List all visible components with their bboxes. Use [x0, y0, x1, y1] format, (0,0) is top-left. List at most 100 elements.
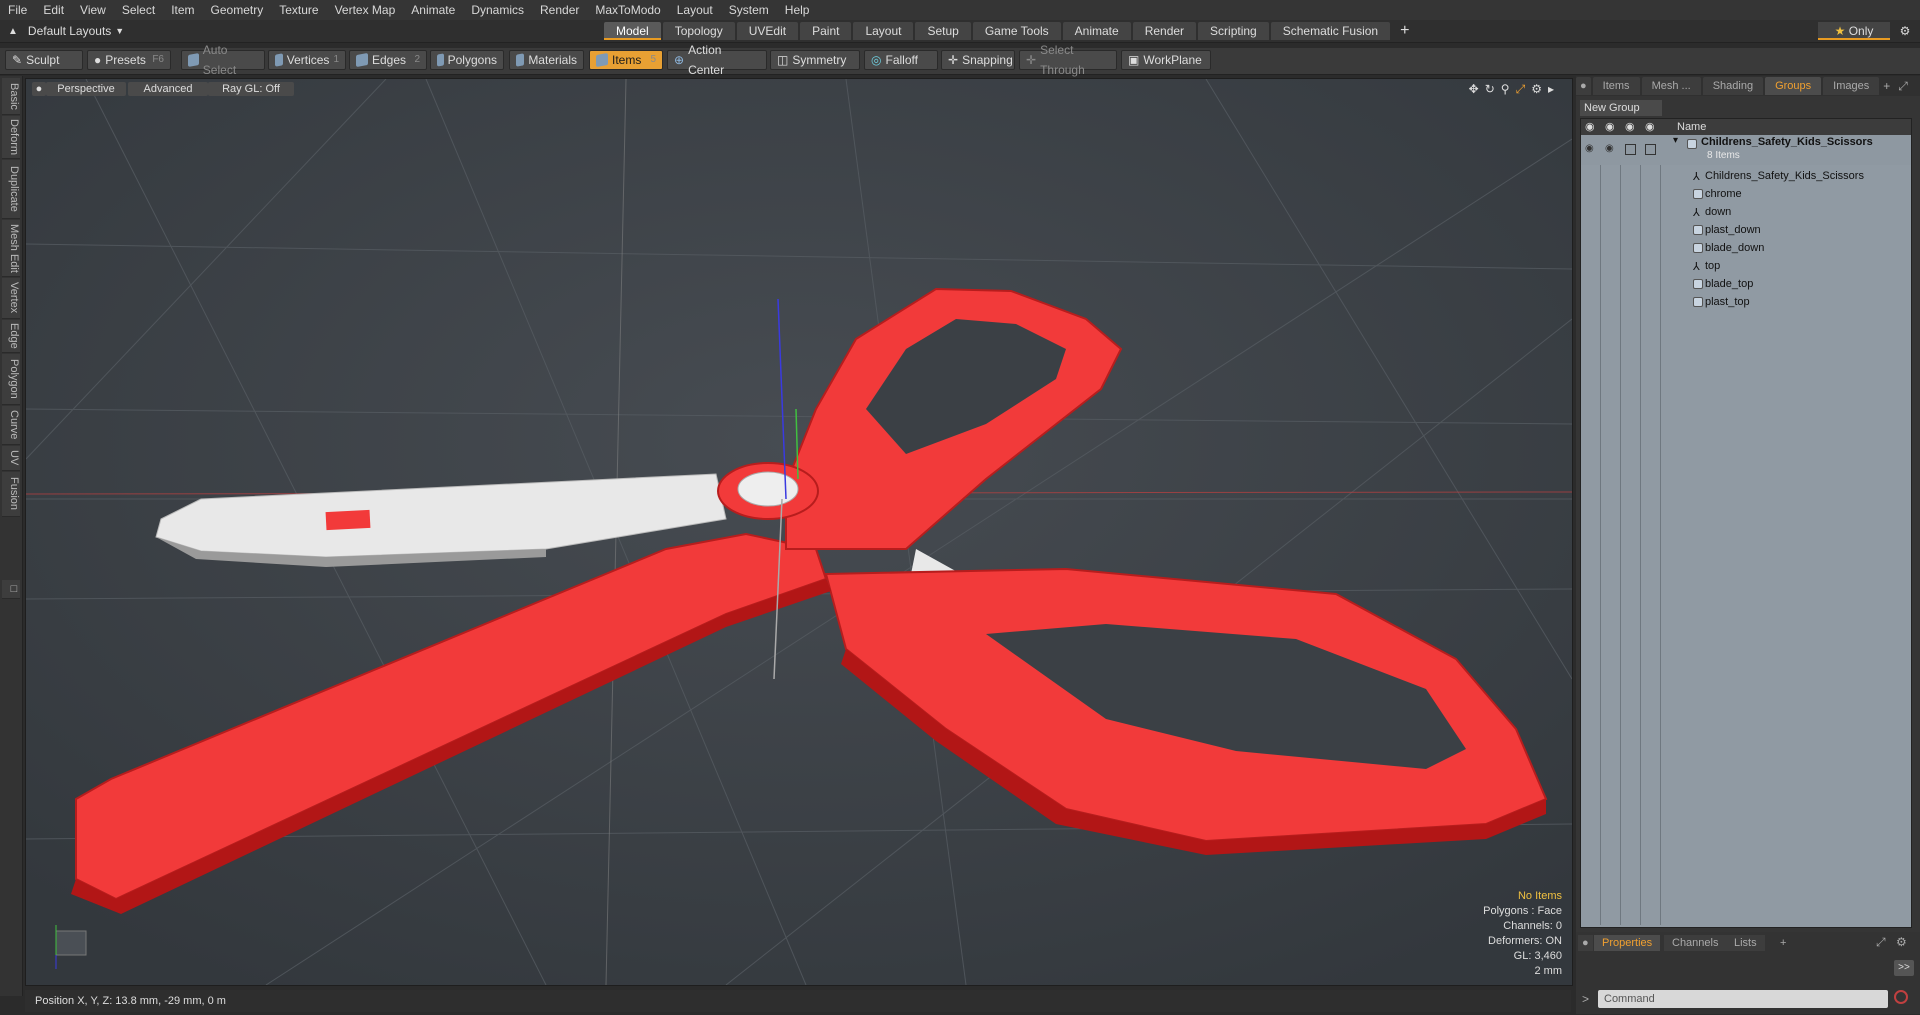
chrome-pivot[interactable]: [737, 471, 799, 507]
gear-icon[interactable]: ⚙: [1896, 22, 1914, 40]
polygons-button[interactable]: Polygons: [430, 50, 504, 70]
select-col-icon[interactable]: ◉: [1645, 119, 1655, 135]
menu-geometry[interactable]: Geometry: [203, 0, 272, 20]
menu-render[interactable]: Render: [532, 0, 587, 20]
action-center-button[interactable]: ⊕ Action Center: [667, 43, 767, 77]
menu-file[interactable]: File: [0, 0, 35, 20]
select-toggle-icon[interactable]: [1645, 144, 1656, 155]
tab-model[interactable]: Model: [604, 22, 661, 40]
menu-select[interactable]: Select: [114, 0, 163, 20]
item-name[interactable]: blade_down: [1705, 239, 1764, 257]
3d-viewport[interactable]: ● Perspective Advanced Ray GL: Off ✥ ↻ ⚲…: [25, 78, 1573, 986]
tab-items[interactable]: Items: [1592, 77, 1640, 95]
vtab-basic[interactable]: Basic: [2, 78, 20, 115]
items-button[interactable]: Items 5: [589, 50, 663, 70]
vtab-vertex[interactable]: Vertex: [2, 278, 20, 319]
tab-images[interactable]: Images: [1823, 77, 1880, 95]
tree-row[interactable]: blade_top: [1581, 275, 1911, 293]
menu-system[interactable]: System: [721, 0, 777, 20]
tab-groups[interactable]: Groups: [1765, 77, 1822, 95]
tree-row[interactable]: ⅄ top: [1581, 257, 1911, 275]
vertices-button[interactable]: Vertices 1: [268, 50, 346, 70]
fit-icon[interactable]: ⤢: [1516, 82, 1526, 97]
snapping-button[interactable]: ✛ Snapping: [941, 50, 1015, 70]
tab-lists[interactable]: Lists: [1726, 935, 1765, 951]
auto-select-button[interactable]: Auto Select: [181, 43, 265, 77]
lock-col-icon[interactable]: ◉: [1625, 119, 1635, 135]
tab-game-tools[interactable]: Game Tools: [972, 22, 1061, 40]
add-properties-tab-icon[interactable]: +: [1772, 935, 1794, 951]
item-name[interactable]: blade_top: [1705, 275, 1753, 293]
tab-schematic-fusion[interactable]: Schematic Fusion: [1270, 22, 1391, 40]
rotate-icon[interactable]: ↻: [1485, 82, 1495, 97]
vtab-curve[interactable]: Curve: [2, 406, 20, 445]
tab-uvedit[interactable]: UVEdit: [736, 22, 799, 40]
presets-button[interactable]: ● Presets F6: [87, 50, 171, 70]
vtab-polygon[interactable]: Polygon: [2, 354, 20, 405]
falloff-button[interactable]: ◎ Falloff: [864, 50, 938, 70]
tab-paint[interactable]: Paint: [800, 22, 852, 40]
add-tab-icon[interactable]: +: [1392, 22, 1417, 40]
pan-icon[interactable]: ✥: [1469, 82, 1479, 97]
properties-menu-icon[interactable]: ●: [1578, 935, 1593, 951]
select-through-button[interactable]: ✛ Select Through: [1019, 43, 1117, 77]
shading-advanced-button[interactable]: Advanced: [128, 82, 208, 96]
menu-dynamics[interactable]: Dynamics: [463, 0, 532, 20]
tab-channels[interactable]: Channels: [1664, 935, 1727, 951]
vtab-fusion[interactable]: Fusion: [2, 472, 20, 517]
viewport-expand-icon[interactable]: ▸: [1548, 82, 1554, 97]
new-group-button[interactable]: New Group: [1580, 100, 1662, 116]
vtab-uv[interactable]: UV: [2, 446, 20, 471]
menu-animate[interactable]: Animate: [403, 0, 463, 20]
panel-menu-icon[interactable]: ●: [1576, 77, 1591, 95]
item-name[interactable]: chrome: [1705, 185, 1742, 203]
tab-animate[interactable]: Animate: [1062, 22, 1131, 40]
only-button[interactable]: ★ Only: [1818, 22, 1890, 40]
item-name[interactable]: plast_top: [1705, 293, 1750, 311]
tab-scripting[interactable]: Scripting: [1198, 22, 1269, 40]
materials-button[interactable]: Materials: [509, 50, 584, 70]
tab-properties[interactable]: Properties: [1594, 935, 1661, 951]
tab-topology[interactable]: Topology: [662, 22, 735, 40]
menu-view[interactable]: View: [72, 0, 114, 20]
menu-edit[interactable]: Edit: [35, 0, 72, 20]
collapse-icon[interactable]: ▲: [8, 26, 18, 37]
add-panel-tab-icon[interactable]: +: [1883, 79, 1890, 93]
edges-button[interactable]: Edges 2: [349, 50, 427, 70]
vtab-mesh-edit[interactable]: Mesh Edit: [2, 220, 20, 277]
view-perspective-button[interactable]: Perspective: [46, 82, 126, 96]
render-col-icon[interactable]: ◉: [1605, 119, 1615, 135]
visibility-col-icon[interactable]: ◉: [1585, 119, 1595, 135]
tree-row[interactable]: ⅄ down: [1581, 203, 1911, 221]
raygl-button[interactable]: Ray GL: Off: [208, 82, 294, 96]
layout-selector[interactable]: ▲ Default Layouts ▼: [8, 22, 124, 40]
workplane-button[interactable]: ▣ WorkPlane: [1121, 50, 1211, 70]
menu-help[interactable]: Help: [777, 0, 818, 20]
viewport-canvas[interactable]: [26, 79, 1572, 985]
command-input[interactable]: Command: [1598, 990, 1888, 1008]
sculpt-button[interactable]: ✎ Sculpt: [5, 50, 83, 70]
properties-expand-icon[interactable]: ⤢: [1876, 935, 1886, 950]
menu-maxtomodo[interactable]: MaxToModo: [587, 0, 668, 20]
viewport-menu-icon[interactable]: ●: [32, 82, 46, 96]
menu-texture[interactable]: Texture: [271, 0, 326, 20]
properties-settings-icon[interactable]: ⚙: [1896, 935, 1907, 949]
item-name[interactable]: top: [1705, 257, 1720, 275]
tree-row[interactable]: ⅄ Childrens_Safety_Kids_Scissors: [1581, 167, 1911, 185]
menu-layout[interactable]: Layout: [669, 0, 721, 20]
lock-toggle-icon[interactable]: [1625, 144, 1636, 155]
vtab-edge[interactable]: Edge: [2, 320, 20, 353]
vtab-duplicate[interactable]: Duplicate: [2, 160, 20, 219]
record-icon[interactable]: [1894, 990, 1908, 1004]
tree-row[interactable]: blade_down: [1581, 239, 1911, 257]
tree-row[interactable]: plast_top: [1581, 293, 1911, 311]
item-name[interactable]: Childrens_Safety_Kids_Scissors: [1705, 167, 1864, 185]
expand-icon[interactable]: ▾: [1673, 135, 1678, 146]
tab-setup[interactable]: Setup: [915, 22, 971, 40]
tab-mesh[interactable]: Mesh ...: [1641, 77, 1701, 95]
tab-layout[interactable]: Layout: [853, 22, 914, 40]
panel-expand-icon[interactable]: ⤢: [1898, 79, 1908, 94]
item-name[interactable]: plast_down: [1705, 221, 1761, 239]
expand-properties-button[interactable]: >>: [1894, 960, 1914, 976]
tab-render[interactable]: Render: [1132, 22, 1197, 40]
